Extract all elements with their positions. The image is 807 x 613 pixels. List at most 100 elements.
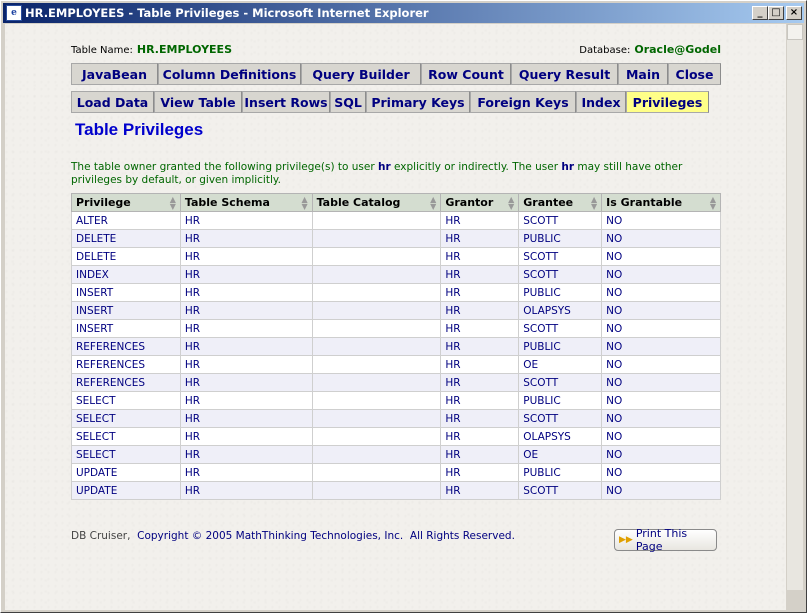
table-cell (311, 409, 442, 428)
table-cell (311, 427, 442, 446)
scroll-up-button[interactable] (787, 24, 803, 40)
table-row: REFERENCES HR HR PUBLIC NO (71, 337, 721, 356)
table-cell (311, 391, 442, 410)
col-header-grantee[interactable]: Grantee ▲ ▼ (518, 193, 603, 212)
sort-arrows-icon[interactable]: ▲ ▼ (508, 196, 514, 211)
table-cell: NO (601, 229, 721, 248)
tab-javabean[interactable]: JavaBean (71, 63, 158, 85)
table-name-value: HR.EMPLOYEES (136, 43, 232, 56)
table-cell: HR (179, 355, 313, 374)
database-block: Database: Oracle@Godel (579, 43, 721, 56)
col-header-is-grantable[interactable]: Is Grantable ▲ ▼ (601, 193, 721, 212)
desc-part-1: The table owner granted the following pr… (71, 161, 378, 173)
table-cell: HR (179, 211, 313, 230)
tab-row-count[interactable]: Row Count (421, 63, 511, 85)
table-cell: OE (518, 355, 603, 374)
table-row: DELETE HR HR SCOTT NO (71, 247, 721, 266)
minimize-button[interactable]: _ (752, 6, 768, 20)
table-cell: NO (601, 247, 721, 266)
table-cell: PUBLIC (518, 391, 603, 410)
footer-rights: All Rights Reserved. (409, 530, 515, 542)
table-cell: NO (601, 337, 721, 356)
table-cell: HR (440, 391, 520, 410)
table-cell (311, 337, 442, 356)
table-cell: HR (179, 427, 313, 446)
print-button-label: Print This Page (635, 527, 688, 553)
sort-arrows-icon[interactable]: ▲ ▼ (170, 196, 176, 211)
tab-row-2: Load Data View Table Insert Rows SQL Pri… (71, 91, 709, 113)
table-cell: INSERT (71, 319, 181, 338)
table-cell: NO (601, 355, 721, 374)
table-cell: HR (179, 247, 313, 266)
table-cell: HR (440, 409, 520, 428)
table-cell (311, 463, 442, 482)
col-header-grantor[interactable]: Grantor ▲ ▼ (440, 193, 520, 212)
table-cell (311, 301, 442, 320)
table-cell: SCOTT (518, 373, 603, 392)
database-label: Database: (579, 45, 631, 56)
tab-main[interactable]: Main (618, 63, 668, 85)
col-header-table-catalog[interactable]: Table Catalog ▲ ▼ (311, 193, 442, 212)
desc-part-2: explicitly or indirectly. The user (390, 161, 562, 173)
page-content: Table Name: HR.EMPLOYEES Database: Oracle@… (5, 24, 786, 610)
table-cell: HR (179, 301, 313, 320)
table-cell: DELETE (71, 247, 181, 266)
tab-column-definitions[interactable]: Column Definitions (158, 63, 301, 85)
table-name-block: Table Name: HR.EMPLOYEES (71, 43, 232, 56)
vertical-scrollbar[interactable] (786, 24, 803, 590)
title-bar: e HR.EMPLOYEES - Table Privileges - Micr… (3, 3, 804, 23)
table-cell: SELECT (71, 445, 181, 464)
tab-index[interactable]: Index (576, 91, 626, 113)
table-cell: SELECT (71, 409, 181, 428)
tab-query-builder[interactable]: Query Builder (301, 63, 421, 85)
tab-load-data[interactable]: Load Data (71, 91, 154, 113)
desc-user-1: hr (378, 161, 391, 173)
col-header-table-schema[interactable]: Table Schema ▲ ▼ (179, 193, 313, 212)
table-cell (311, 247, 442, 266)
table-row: INDEX HR HR SCOTT NO (71, 265, 721, 284)
tab-insert-rows[interactable]: Insert Rows (242, 91, 330, 113)
resize-grip[interactable] (786, 592, 803, 609)
sort-arrows-icon[interactable]: ▲ ▼ (591, 196, 597, 211)
print-page-button[interactable]: ▶▶ Print This Page (614, 527, 717, 553)
table-cell: HR (440, 319, 520, 338)
col-header-privilege[interactable]: Privilege ▲ ▼ (71, 193, 181, 212)
tab-foreign-keys[interactable]: Foreign Keys (470, 91, 576, 113)
tab-privileges[interactable]: Privileges (626, 91, 709, 113)
table-cell: HR (179, 445, 313, 464)
table-cell: ALTER (71, 211, 181, 230)
table-cell: HR (440, 355, 520, 374)
maximize-button[interactable]: □ (768, 6, 784, 20)
table-cell: HR (179, 463, 313, 482)
table-cell: PUBLIC (518, 337, 603, 356)
ie-logo-icon: e (6, 5, 22, 21)
table-cell: NO (601, 211, 721, 230)
table-name-label: Table Name: (71, 45, 133, 56)
table-row: INSERT HR HR PUBLIC NO (71, 283, 721, 302)
table-info-header: Table Name: HR.EMPLOYEES Database: Oracle@… (71, 43, 721, 56)
table-cell: HR (440, 427, 520, 446)
table-cell: NO (601, 301, 721, 320)
table-cell: OLAPSYS (518, 427, 603, 446)
tab-query-result[interactable]: Query Result (511, 63, 618, 85)
table-cell (311, 211, 442, 230)
browser-window: e HR.EMPLOYEES - Table Privileges - Micr… (0, 0, 807, 613)
table-cell: HR (179, 373, 313, 392)
table-cell: SCOTT (518, 481, 603, 500)
table-cell: REFERENCES (71, 355, 181, 374)
table-cell: HR (440, 301, 520, 320)
table-cell: PUBLIC (518, 229, 603, 248)
table-cell: HR (440, 337, 520, 356)
sort-arrows-icon[interactable]: ▲ ▼ (710, 196, 716, 211)
tab-close[interactable]: Close (668, 63, 721, 85)
table-row: DELETE HR HR PUBLIC NO (71, 229, 721, 248)
page-title: Table Privileges (75, 120, 204, 139)
close-window-button[interactable]: × (786, 6, 802, 20)
privileges-table: Privilege ▲ ▼ Table Schema ▲ ▼ Table Catalog… (71, 193, 721, 500)
sort-arrows-icon[interactable]: ▲ ▼ (301, 196, 307, 211)
tab-sql[interactable]: SQL (330, 91, 366, 113)
desc-user-2: hr (561, 161, 574, 173)
tab-view-table[interactable]: View Table (154, 91, 242, 113)
sort-arrows-icon[interactable]: ▲ ▼ (430, 196, 436, 211)
tab-primary-keys[interactable]: Primary Keys (366, 91, 470, 113)
